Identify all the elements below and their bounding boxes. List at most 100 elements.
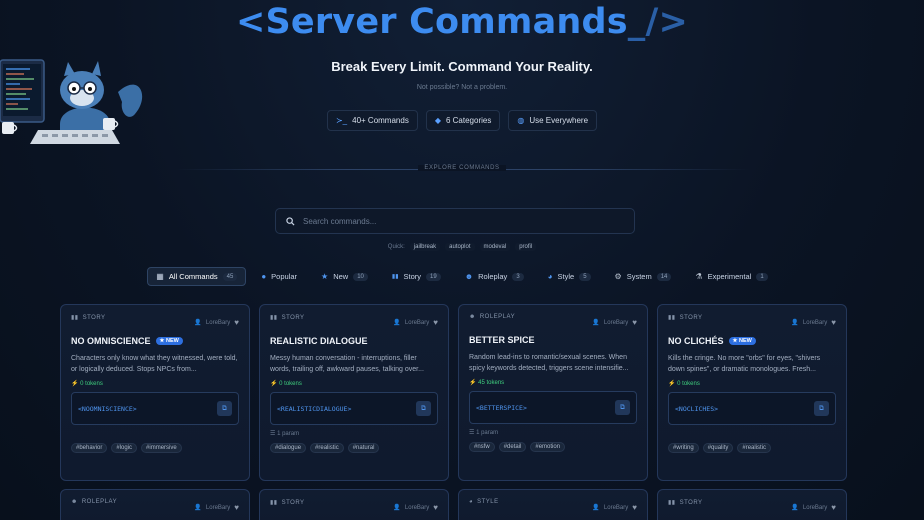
card-author: 👤 LoreBary ♥	[393, 503, 438, 512]
heart-icon[interactable]: ♥	[831, 503, 836, 512]
card-tag[interactable]: #dialogue	[270, 443, 307, 453]
card-tag[interactable]: #immersive	[141, 443, 182, 453]
new-badge-label: NEW	[738, 338, 752, 344]
card-description: Characters only know what they witnessed…	[71, 355, 238, 373]
user-icon: 👤	[393, 505, 401, 511]
tab-count: 5	[579, 272, 591, 281]
mask-icon: ☻	[71, 499, 78, 505]
card-category-label: STORY	[679, 314, 703, 321]
card-command-box: <REALISTICDIALOGUE> ⧉	[270, 392, 438, 425]
copy-button[interactable]: ⧉	[416, 401, 431, 416]
card-tag[interactable]: #logic	[111, 443, 138, 453]
heart-icon[interactable]: ♥	[632, 318, 637, 327]
card-tag[interactable]: #realistic	[737, 443, 772, 453]
card-title-text: NO OMNISCIENCE	[71, 336, 151, 346]
book-icon: ▮▮	[270, 315, 278, 321]
command-card[interactable]: ◕ STYLE 👤 LoreBary ♥	[458, 489, 648, 520]
card-description: Messy human conversation - interruptions…	[270, 355, 424, 373]
card-category-label: ROLEPLAY	[479, 314, 516, 320]
book-icon: ▮▮	[668, 500, 676, 506]
card-title: BETTER SPICE	[469, 335, 637, 345]
tab-roleplay[interactable]: ☻ Roleplay 3	[456, 267, 533, 286]
card-tag[interactable]: #natural	[347, 443, 380, 453]
card-author-name: LoreBary	[205, 319, 231, 326]
bolt-icon: ⚡	[270, 381, 278, 387]
flame-icon: ●	[261, 272, 267, 281]
card-title-text: BETTER SPICE	[469, 335, 535, 345]
card-category-label: STORY	[281, 499, 305, 506]
tab-all-commands[interactable]: ▦ All Commands 45	[147, 267, 247, 286]
search-bar[interactable]	[275, 208, 635, 234]
card-param	[71, 430, 239, 438]
heart-icon[interactable]: ♥	[433, 503, 438, 512]
card-author-name: LoreBary	[802, 319, 828, 326]
card-description: Random lead-ins to romantic/sexual scene…	[469, 354, 629, 372]
card-tag[interactable]: #detail	[498, 442, 527, 452]
command-card[interactable]: ▮▮ STORY 👤 LoreBary ♥	[259, 489, 449, 520]
search-input[interactable]	[303, 216, 603, 226]
command-card[interactable]: ▮▮ STORY 👤 LoreBary ♥	[657, 489, 847, 520]
command-card-grid: ▮▮ STORY 👤 LoreBary ♥ NO OMNISCIENCE ★ NEW C…	[60, 304, 850, 520]
mask-icon: ☻	[469, 314, 476, 320]
quick-link-profil[interactable]: profil	[515, 243, 537, 251]
tab-story[interactable]: ▮▮ Story 19	[383, 267, 450, 286]
command-card-better-spice[interactable]: ☻ ROLEPLAY 👤 LoreBary ♥ BETTER SPICE Random…	[458, 304, 648, 481]
card-tokens: ⚡ 45 tokens	[469, 379, 637, 386]
user-icon: 👤	[592, 505, 600, 511]
terminal-icon: ≻_	[335, 116, 348, 125]
copy-button[interactable]: ⧉	[217, 401, 232, 416]
copy-button[interactable]: ⧉	[615, 400, 630, 415]
card-tag[interactable]: #quality	[702, 443, 734, 453]
user-icon: 👤	[791, 505, 799, 511]
card-author: 👤 LoreBary ♥	[791, 318, 836, 327]
card-tag[interactable]: #emotion	[530, 442, 566, 452]
command-card[interactable]: ☻ ROLEPLAY 👤 LoreBary ♥	[60, 489, 250, 520]
tab-style[interactable]: ◕ Style 5	[539, 267, 600, 286]
card-tag[interactable]: #realistic	[310, 443, 344, 453]
card-param: ☰ 1 param	[270, 430, 438, 438]
palette-icon: ◕	[469, 499, 474, 505]
card-author-name: LoreBary	[603, 319, 629, 326]
tab-popular[interactable]: ● Popular	[252, 267, 306, 286]
tab-label: Popular	[271, 272, 298, 281]
page-title: <Server Commands_/>	[0, 2, 924, 42]
card-category-label: STYLE	[477, 499, 499, 505]
stat-label: Use Everywhere	[529, 116, 589, 125]
card-command-box: <BETTERSPICE> ⧉	[469, 391, 637, 424]
heart-icon[interactable]: ♥	[433, 318, 438, 327]
tab-label: New	[333, 272, 349, 281]
card-tag[interactable]: #writing	[668, 443, 699, 453]
explore-label: EXPLORE COMMANDS	[418, 165, 506, 171]
book-icon: ▮▮	[668, 315, 676, 321]
stat-categories: ◆ 6 Categories	[425, 110, 501, 131]
user-icon: 👤	[592, 320, 600, 326]
card-title: NO OMNISCIENCE ★ NEW	[71, 336, 239, 346]
card-author-name: LoreBary	[802, 504, 828, 511]
tab-new[interactable]: ★ New 10	[312, 267, 377, 286]
heart-icon[interactable]: ♥	[234, 503, 239, 512]
heart-icon[interactable]: ♥	[632, 503, 637, 512]
quick-link-autoplot[interactable]: autoplot	[445, 243, 475, 251]
globe-icon: ◍	[517, 116, 525, 125]
card-tokens: ⚡ 0 tokens	[270, 380, 438, 387]
layers-icon: ◆	[434, 116, 441, 125]
card-tag[interactable]: #nsfw	[469, 442, 495, 452]
heart-icon[interactable]: ♥	[831, 318, 836, 327]
heart-icon[interactable]: ♥	[234, 318, 239, 327]
mask-icon: ☻	[464, 272, 474, 281]
card-tag[interactable]: #behavior	[71, 443, 108, 453]
book-icon: ▮▮	[391, 274, 399, 280]
user-icon: 👤	[791, 320, 799, 326]
command-card-realistic-dialogue[interactable]: ▮▮ STORY 👤 LoreBary ♥ REALISTIC DIALOGUE Me…	[259, 304, 449, 481]
star-icon: ★	[321, 272, 329, 281]
command-card-no-omniscience[interactable]: ▮▮ STORY 👤 LoreBary ♥ NO OMNISCIENCE ★ NEW C…	[60, 304, 250, 481]
tab-experimental[interactable]: ⚗ Experimental 1	[686, 267, 776, 286]
command-card-no-cliches[interactable]: ▮▮ STORY 👤 LoreBary ♥ NO CLICHÉS ★ NEW Kills…	[657, 304, 847, 481]
card-author-name: LoreBary	[205, 504, 231, 511]
quick-link-jailbreak[interactable]: jailbreak	[409, 243, 441, 251]
quick-link-modeval[interactable]: modeval	[479, 243, 511, 251]
copy-button[interactable]: ⧉	[814, 401, 829, 416]
copy-icon: ⧉	[819, 404, 824, 412]
stat-label: 6 Categories	[445, 116, 492, 125]
tab-system[interactable]: ⚙ System 14	[606, 267, 681, 286]
